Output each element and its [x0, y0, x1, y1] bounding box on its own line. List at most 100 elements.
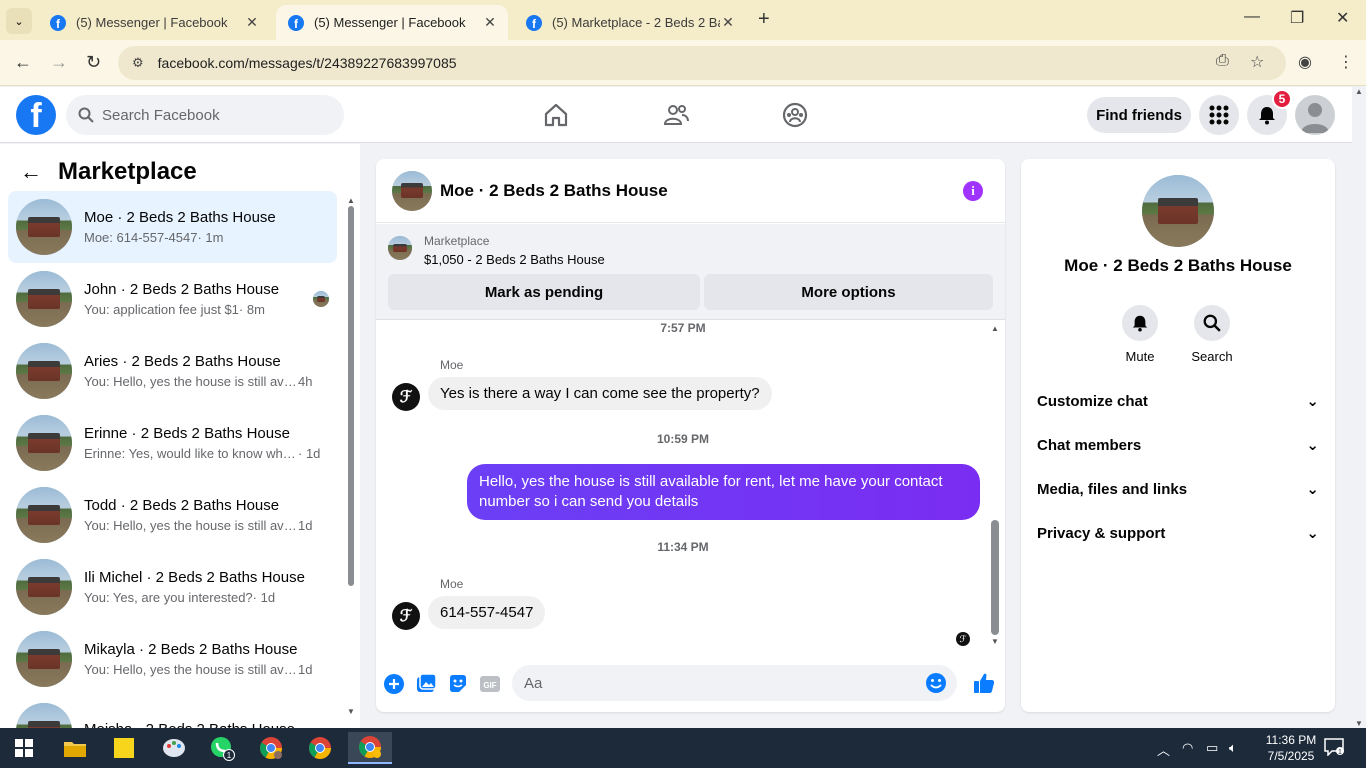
tab-close-icon[interactable]: ✕ [482, 14, 498, 31]
groups-icon[interactable] [781, 101, 809, 129]
search-action[interactable]: Search [1182, 305, 1242, 364]
listing-thumbnail [16, 559, 72, 615]
mark-as-pending-button[interactable]: Mark as pending [388, 274, 700, 310]
find-friends-button[interactable]: Find friends [1087, 97, 1191, 133]
back-icon[interactable]: ← [14, 52, 32, 73]
conversation-time: · 1d [252, 590, 276, 605]
scrollbar-thumb[interactable] [348, 206, 354, 586]
listing-large-thumbnail[interactable] [1142, 175, 1214, 247]
sender-name: Moe [440, 358, 464, 372]
svg-text:GIF: GIF [483, 681, 496, 690]
info-icon[interactable]: i [963, 181, 983, 201]
sender-avatar[interactable]: ℱ [392, 383, 420, 411]
whatsapp-taskbar[interactable]: 1 [202, 732, 242, 764]
new-tab-icon[interactable]: + [758, 8, 770, 31]
search-input[interactable] [102, 106, 322, 124]
scrollbar-thumb[interactable] [991, 520, 999, 635]
address-bar[interactable]: ⚙ facebook.com/messages/t/24389227683997… [118, 46, 1286, 80]
outgoing-message[interactable]: Hello, yes the house is still available … [467, 464, 980, 520]
tab-search-menu-button[interactable]: ⌄ [6, 8, 32, 34]
media-files-links-section[interactable]: Media, files and links ⌄ [1037, 471, 1319, 507]
conversation-row[interactable]: Mikayla · 2 Beds 2 Baths House You: Hello… [8, 623, 337, 695]
site-settings-icon[interactable]: ⚙ [132, 55, 144, 71]
minimize-icon[interactable]: — [1244, 8, 1260, 26]
tab-close-icon[interactable]: ✕ [720, 14, 736, 31]
chat-scrollbar[interactable]: ▲ ▼ [990, 324, 1000, 646]
tab-close-icon[interactable]: ✕ [244, 14, 260, 31]
photo-icon[interactable] [415, 673, 437, 695]
chat-title[interactable]: Moe · 2 Beds 2 Baths House [440, 181, 668, 201]
timestamp: 11:34 PM [657, 540, 709, 554]
file-explorer-taskbar[interactable] [55, 732, 95, 764]
conversation-row[interactable]: Meisha · 2 Beds 2 Baths House [8, 695, 337, 728]
system-clock[interactable]: 11:36 PM 7/5/2025 [1256, 732, 1326, 764]
start-button[interactable] [4, 732, 44, 764]
account-avatar[interactable] [1295, 95, 1335, 135]
page-scrollbar[interactable]: ▲ ▼ [1352, 87, 1366, 728]
friends-icon[interactable] [662, 101, 690, 129]
url-text: facebook.com/messages/t/2438922768399708… [157, 55, 457, 71]
sticker-icon[interactable] [447, 673, 469, 695]
message-input-box[interactable] [512, 665, 957, 701]
chrome-taskbar-1[interactable] [251, 732, 291, 764]
profile-icon[interactable]: ◉ [1298, 52, 1312, 72]
install-app-icon[interactable]: ⎙ [1216, 52, 1229, 70]
conversation-row[interactable]: Aries · 2 Beds 2 Baths House You: Hello, … [8, 335, 337, 407]
reload-icon[interactable]: ↻ [86, 52, 101, 73]
listing-price-title[interactable]: $1,050 - 2 Beds 2 Baths House [424, 252, 605, 267]
sticky-notes-icon [114, 738, 134, 758]
conversation-time: 1d [298, 662, 313, 677]
close-window-icon[interactable]: ✕ [1336, 8, 1349, 28]
forward-icon[interactable]: → [50, 52, 68, 73]
plus-circle-icon[interactable] [383, 673, 405, 695]
menu-grid-button[interactable] [1199, 95, 1239, 135]
conversation-row[interactable]: Todd · 2 Beds 2 Baths House You: Hello, y… [8, 479, 337, 551]
facebook-search[interactable] [66, 95, 344, 135]
listing-thumbnail [16, 703, 72, 728]
volume-icon[interactable]: 🔈︎ [1229, 740, 1237, 756]
network-icon[interactable]: ◠ [1182, 740, 1193, 756]
bookmark-star-icon[interactable]: ☆ [1250, 52, 1264, 72]
notification-center-icon[interactable]: 1 [1324, 738, 1344, 759]
home-icon[interactable] [542, 101, 570, 129]
customize-chat-section[interactable]: Customize chat ⌄ [1037, 383, 1319, 419]
browser-tab-2-active[interactable]: f (5) Messenger | Facebook ✕ [276, 5, 508, 40]
restore-icon[interactable]: ❐ [1290, 8, 1304, 28]
incoming-message[interactable]: Yes is there a way I can come see the pr… [428, 377, 772, 410]
sender-avatar[interactable]: ℱ [392, 602, 420, 630]
back-arrow-icon[interactable]: ← [20, 159, 42, 185]
chrome-taskbar-3-active[interactable] [348, 732, 392, 764]
marketplace-conversations-sidebar: ← Marketplace Moe · 2 Beds 2 Baths House… [0, 144, 360, 728]
paint-app-icon [163, 739, 185, 757]
conversation-row[interactable]: Ili Michel · 2 Beds 2 Baths House You: Ye… [8, 551, 337, 623]
privacy-support-section[interactable]: Privacy & support ⌄ [1037, 515, 1319, 551]
sticky-notes-taskbar[interactable] [104, 732, 144, 764]
chrome-taskbar-2[interactable] [300, 732, 340, 764]
sidebar-scrollbar[interactable]: ▲ ▼ [347, 196, 355, 716]
conversation-time: 1d [298, 518, 313, 533]
conversation-row[interactable]: John · 2 Beds 2 Baths House You: applicat… [8, 263, 337, 335]
emoji-icon[interactable] [925, 672, 947, 694]
conversation-row[interactable]: Erinne · 2 Beds 2 Baths House Erinne: Yes… [8, 407, 337, 479]
facebook-logo-icon[interactable]: f [16, 95, 56, 135]
browser-tab-1[interactable]: f (5) Messenger | Facebook ✕ [38, 5, 270, 40]
gif-icon[interactable]: GIF [479, 673, 501, 695]
browser-tab-3[interactable]: f (5) Marketplace - 2 Beds 2 Bath ✕ [514, 5, 746, 40]
mute-action[interactable]: Mute [1110, 305, 1170, 364]
facebook-favicon-icon: f [288, 14, 304, 31]
thumbs-up-icon[interactable] [972, 671, 996, 695]
chat-members-section[interactable]: Chat members ⌄ [1037, 427, 1319, 463]
app-taskbar[interactable] [154, 732, 194, 764]
section-label: Customize chat [1037, 392, 1148, 410]
browser-menu-icon[interactable]: ⋮ [1338, 52, 1354, 72]
message-input[interactable] [524, 674, 904, 692]
conversation-row[interactable]: Moe · 2 Beds 2 Baths House Moe: 614-557-4… [8, 191, 337, 263]
battery-icon[interactable]: ▭ [1206, 740, 1218, 756]
listing-mini-thumbnail[interactable] [388, 236, 412, 260]
incoming-message[interactable]: 614-557-4547 [428, 596, 546, 629]
conversation-time: · 1m [197, 230, 224, 245]
show-hidden-icons-icon[interactable]: ︿ [1157, 740, 1170, 759]
more-options-button[interactable]: More options [704, 274, 993, 310]
facebook-header: f Find friends 5 [0, 87, 1352, 143]
listing-thumbnail[interactable] [392, 170, 432, 211]
